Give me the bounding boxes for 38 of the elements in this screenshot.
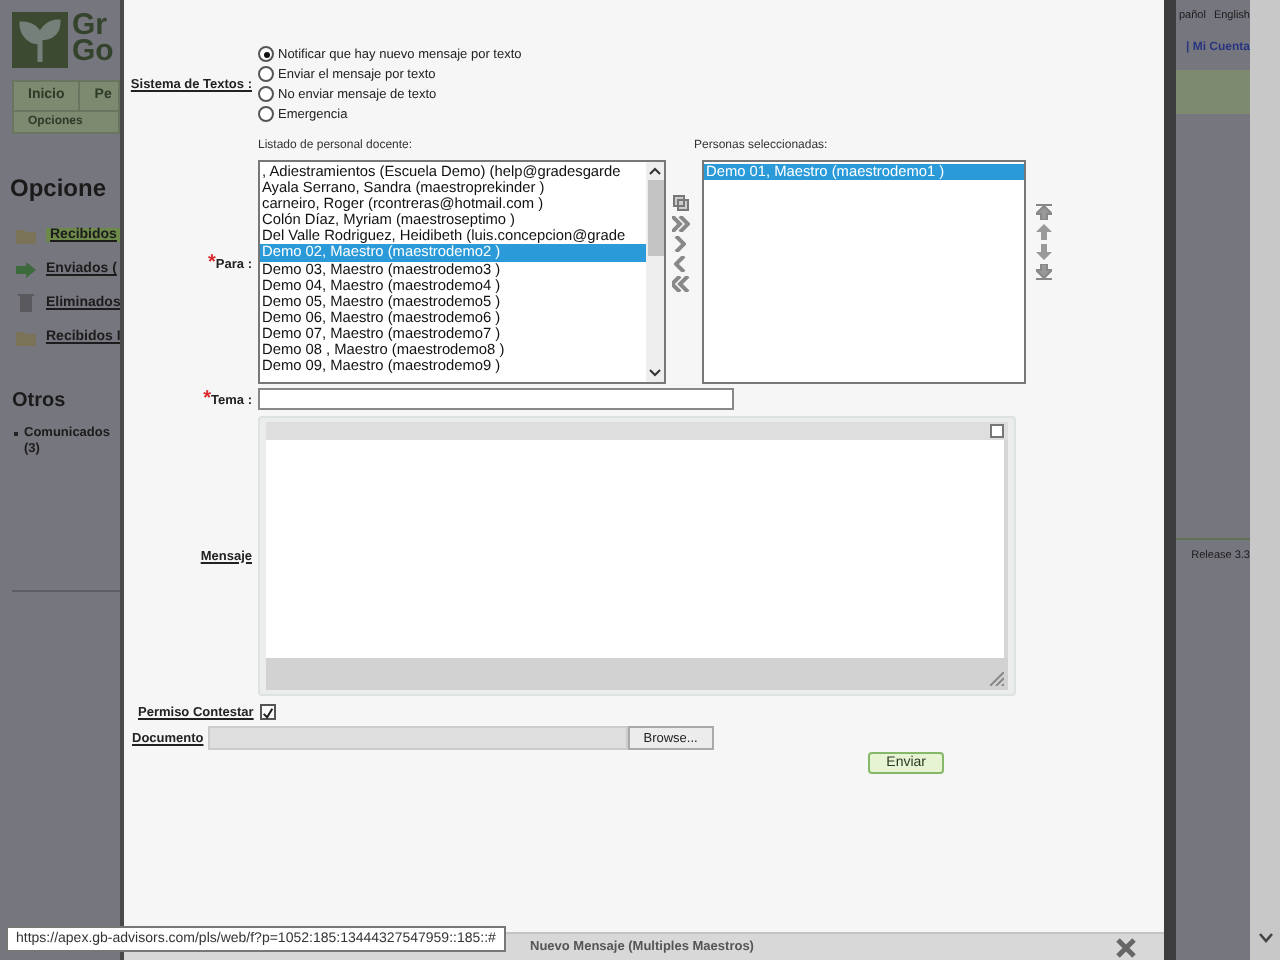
folder-icon <box>16 227 36 243</box>
down-arrow-icon[interactable] <box>1036 244 1052 260</box>
resize-grip-icon[interactable] <box>990 672 1004 686</box>
message-field[interactable] <box>266 440 1008 658</box>
page-heading: Opcione <box>10 174 109 202</box>
arrow-icon <box>16 261 36 277</box>
required-mark: * <box>203 388 212 410</box>
chevron-up-icon[interactable] <box>648 166 662 176</box>
required-mark: * <box>208 251 216 273</box>
double-chevron-right-icon[interactable] <box>671 216 689 232</box>
subject-field[interactable] <box>258 388 734 410</box>
chevron-right-icon[interactable] <box>674 236 686 252</box>
nav-bar-background <box>1176 70 1250 114</box>
radio-button[interactable] <box>258 66 274 82</box>
up-arrow-icon[interactable] <box>1036 224 1052 240</box>
leaf-logo-icon <box>12 12 68 68</box>
close-icon[interactable] <box>1116 937 1136 957</box>
double-chevron-left-icon[interactable] <box>671 276 689 292</box>
trash-icon <box>16 294 36 312</box>
chevron-down-icon[interactable] <box>1257 932 1273 944</box>
list-box[interactable] <box>258 160 666 384</box>
scrollbar[interactable] <box>646 162 664 382</box>
arrow-to-bottom-icon[interactable] <box>1036 264 1052 280</box>
arrow-to-top-icon[interactable] <box>1036 204 1052 220</box>
file-path-field[interactable] <box>207 726 628 750</box>
scrollbar[interactable] <box>1250 0 1280 960</box>
radio-button[interactable] <box>258 86 274 102</box>
section-heading: Otros <box>12 390 68 412</box>
chevron-down-icon[interactable] <box>648 368 662 378</box>
radio-button[interactable] <box>258 46 274 62</box>
folder-icon <box>16 329 36 345</box>
radio-button[interactable] <box>258 106 274 122</box>
collapse-toggle-icon[interactable] <box>990 424 1004 438</box>
logo-text: Gr <box>72 12 108 38</box>
logo-text: Go <box>72 38 114 64</box>
checkbox[interactable] <box>259 704 276 720</box>
chevron-left-icon[interactable] <box>674 256 686 272</box>
stack-arrows-icon[interactable] <box>671 194 689 212</box>
